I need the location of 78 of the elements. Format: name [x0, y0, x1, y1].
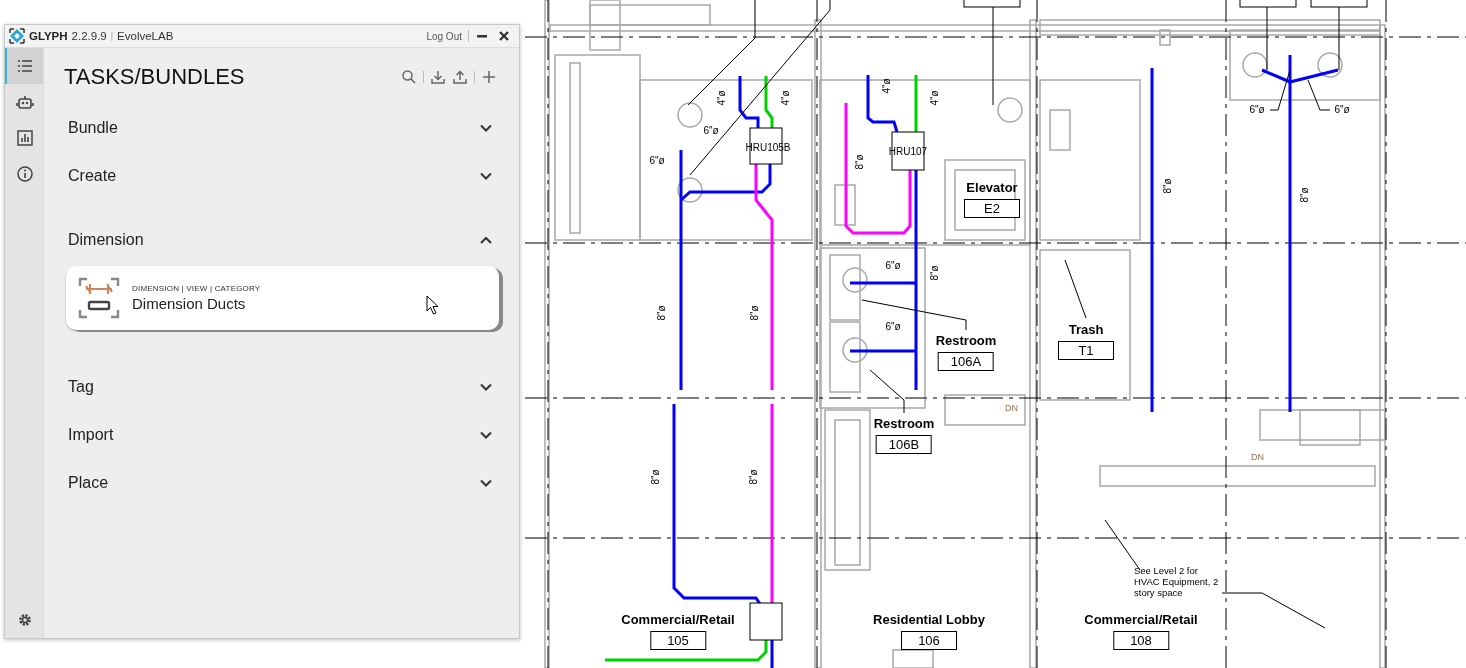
upload-icon[interactable] — [452, 69, 468, 85]
duct — [770, 640, 774, 668]
room-name: Commercial/Retail — [621, 612, 735, 627]
search-icon[interactable] — [401, 69, 417, 85]
title-separator: | — [110, 31, 114, 41]
leader-line — [1338, 6, 1340, 71]
duct-size-label: 4"ø — [930, 90, 940, 106]
equipment-label: HRU107 — [888, 145, 928, 157]
section-header[interactable]: Place — [64, 459, 497, 507]
duct — [914, 75, 918, 132]
leader-line — [1064, 259, 1087, 319]
room-name: Trash — [1068, 322, 1104, 337]
company-name: EvolveLAB — [117, 30, 174, 42]
duct-size-label: 8"ø — [1300, 187, 1310, 203]
section-header[interactable]: Import — [64, 411, 497, 459]
info-icon — [16, 165, 34, 183]
robot-icon — [16, 93, 34, 111]
duct-size-label: 8"ø — [930, 265, 940, 281]
bar-chart-icon — [16, 129, 34, 147]
duct-size-label: 6"ø — [649, 156, 665, 166]
duct-size-label: 6"ø — [703, 126, 719, 136]
duct-size-label: 6"ø — [885, 261, 901, 271]
sidebar-tab[interactable] — [5, 48, 43, 84]
list-icon — [16, 57, 34, 75]
tag-outline — [963, 0, 1021, 8]
section-header[interactable]: Bundle — [64, 104, 497, 152]
room-number: 106 — [901, 631, 957, 650]
leader-line — [869, 369, 905, 414]
duct-size-label: 6"ø — [1249, 105, 1265, 115]
room-name: Restroom — [873, 416, 935, 431]
tag-outline — [1310, 0, 1368, 8]
duct-size-label: 4"ø — [882, 78, 892, 94]
duct-size-label: 8"ø — [651, 469, 661, 485]
dimension-icon — [78, 277, 120, 319]
room-number: E2 — [964, 199, 1020, 218]
room-name: Commercial/Retail — [1084, 612, 1198, 627]
leader-line — [1307, 79, 1331, 111]
room-number: 106B — [876, 435, 932, 454]
equipment-unit — [891, 131, 925, 171]
room-name: Restroom — [935, 333, 997, 348]
add-icon[interactable] — [481, 69, 497, 85]
duct-size-label: 8"ø — [749, 469, 759, 485]
settings-icon[interactable] — [17, 612, 33, 628]
duct-size-label: 6"ø — [1334, 105, 1350, 115]
room-number: 105 — [650, 631, 706, 650]
tag-outline — [1239, 0, 1297, 8]
room-number: 108 — [1113, 631, 1169, 650]
duct-size-label: 8"ø — [750, 305, 760, 321]
close-icon[interactable] — [498, 30, 510, 42]
drawing-note: See Level 2 for HVAC Equipment, 2 story space — [1134, 565, 1220, 598]
download-icon[interactable] — [430, 69, 446, 85]
room-number: T1 — [1058, 341, 1114, 360]
task-category: DIMENSION | VIEW | CATEGORY — [132, 284, 261, 293]
section-header[interactable]: Create — [64, 152, 497, 200]
duct-size-label: 8"ø — [1163, 178, 1173, 194]
app-name: GLYPH — [29, 30, 68, 42]
stair-label: DN — [1004, 403, 1019, 413]
room-number: 106A — [938, 352, 994, 371]
room-name: Residential Lobby — [873, 612, 985, 627]
room-name: Elevator — [966, 180, 1018, 195]
log-out-link[interactable]: Log Out — [424, 30, 464, 42]
equipment-label: HRU105B — [745, 141, 791, 153]
stair-label: DN — [1250, 452, 1265, 462]
panel-title: TASKS/BUNDLES — [64, 64, 246, 90]
mouse-pointer-icon — [426, 295, 440, 315]
duct — [738, 76, 760, 128]
duct-size-label: 4"ø — [717, 90, 727, 106]
equipment-unit — [749, 602, 783, 641]
logo-icon — [9, 28, 25, 44]
duct — [764, 76, 774, 128]
section-header[interactable]: Tag — [64, 363, 497, 411]
duct-size-label: 4"ø — [781, 90, 791, 106]
duct-size-label: 8"ø — [855, 154, 865, 170]
duct-size-label: 8"ø — [657, 305, 667, 321]
duct-size-label: 6"ø — [885, 322, 901, 332]
app-version: 2.2.9.9 — [71, 30, 107, 42]
task-name: Dimension Ducts — [132, 295, 247, 312]
section-header[interactable]: Dimension — [64, 216, 497, 264]
